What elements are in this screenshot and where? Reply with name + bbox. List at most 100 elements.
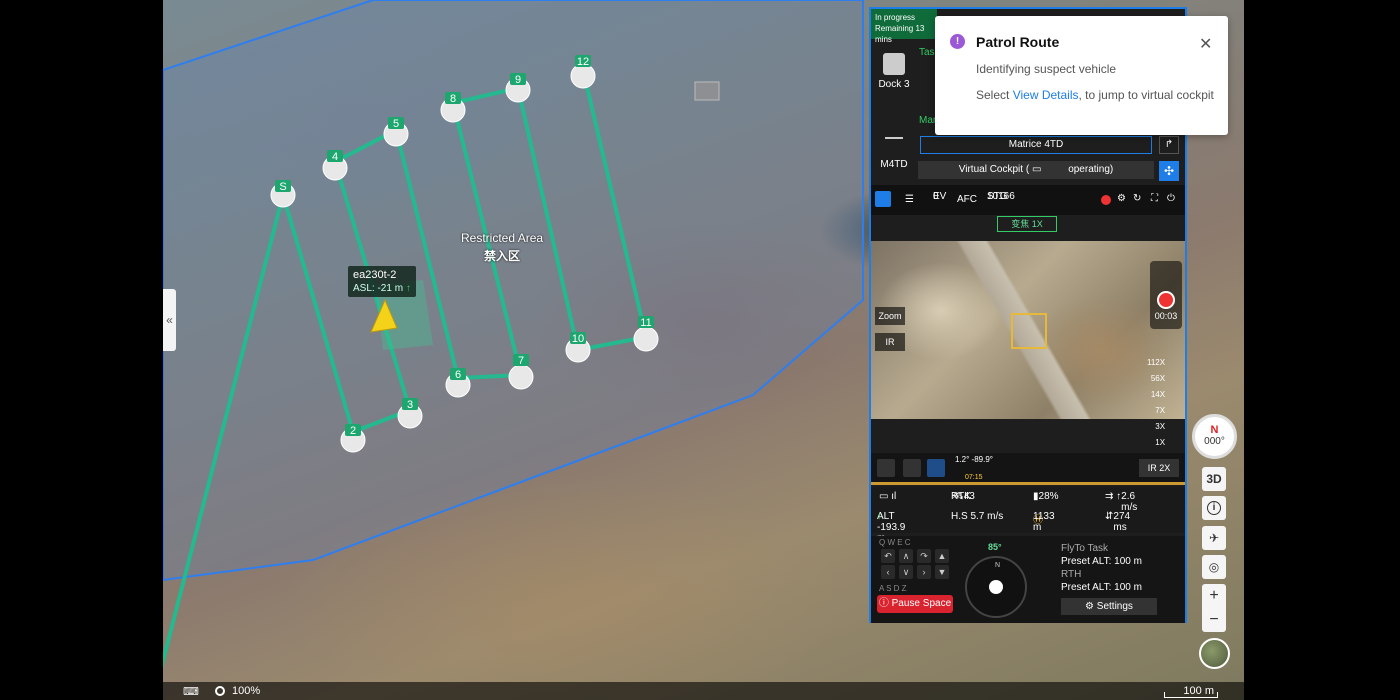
pause-button[interactable]: ⓘ Pause Space: [877, 595, 953, 613]
mission-timeline[interactable]: [871, 482, 1185, 485]
wp-label-2: 2: [350, 425, 356, 437]
zoom-mode-button[interactable]: Zoom: [875, 307, 905, 325]
key-w: ∧: [899, 549, 913, 563]
aircraft-item[interactable]: M4TD: [871, 127, 917, 187]
restricted-label-en: Restricted Area: [461, 231, 544, 245]
collapse-sidebar-button[interactable]: «: [163, 289, 176, 351]
latency-readout: ⇵ 274 ms: [1105, 511, 1131, 533]
compass-heading: 000°: [1204, 436, 1225, 447]
notice-icon: !: [950, 34, 965, 49]
zoom-level-14x: 14X: [1150, 390, 1166, 399]
notification-toast: ! Patrol Route ✕ Identifying suspect veh…: [935, 16, 1228, 135]
wp-label-12: 12: [577, 56, 589, 68]
flyto-alt: Preset ALT: 100 m: [1061, 556, 1142, 567]
wp-label-10: 10: [572, 333, 584, 345]
wp-label-4: 4: [332, 151, 338, 163]
pin-icon[interactable]: [927, 459, 945, 477]
dock-label: Dock 3: [878, 79, 910, 90]
snowflake-icon[interactable]: [877, 459, 895, 477]
info-button[interactable]: i: [1202, 496, 1226, 520]
building: [694, 81, 720, 101]
afc-label[interactable]: AFC: [957, 194, 977, 206]
fullscreen-icon[interactable]: ⛶: [1151, 193, 1158, 205]
key-d: ›: [917, 565, 931, 579]
zoom-indicator-icon: [215, 686, 225, 696]
camera-tools-row: 1.2° -89.9° IR 2X: [871, 453, 1185, 483]
drone-asl: ASL: -21 m ↑: [353, 283, 411, 294]
wp-label-6: 6: [455, 369, 461, 381]
compass-button[interactable]: N 000°: [1192, 414, 1237, 459]
dock-item[interactable]: Dock 3: [871, 39, 917, 119]
telemetry-panel: ▭ ıl RTK 🛰 43 ▮ 28% ⇉ ↑ 2.6 m/s ALT -193…: [871, 487, 1185, 544]
battery-readout: ▮ 28%: [1033, 491, 1059, 502]
aircraft-model-field[interactable]: Matrice 4TD: [920, 136, 1152, 154]
keyboard-icon[interactable]: ⌨: [183, 685, 199, 698]
map-layer-button[interactable]: [1199, 638, 1230, 669]
chevron-left-icon: «: [166, 313, 173, 327]
flyto-label: FlyTo Task: [1061, 543, 1109, 554]
key-grid[interactable]: ↶ ∧ ↷ ▲ ‹ ∨ › ▼: [879, 548, 951, 580]
virtual-cockpit-button[interactable]: Virtual Cockpit ( ▭ operating): [918, 161, 1154, 179]
rtk-readout: RTK 🛰 43: [951, 491, 975, 502]
key-e: ↷: [917, 549, 931, 563]
drone-name: ea230t-2: [353, 269, 397, 281]
zoom-tag[interactable]: 变焦 1X: [997, 216, 1057, 232]
dock-icon: [883, 53, 905, 75]
zoom-level-112x: 112X: [1147, 358, 1166, 367]
status-text: In progress: [875, 13, 916, 22]
heading-readout: 85°: [988, 542, 1002, 552]
3d-toggle-button[interactable]: 3D: [1202, 467, 1226, 491]
drone-tag[interactable]: ea230t-2 ASL: -21 m ↑: [348, 266, 416, 297]
power-icon[interactable]: ⏻: [1167, 193, 1175, 205]
up-arrow-icon: ↑: [405, 283, 411, 294]
share-icon: ↱: [1164, 139, 1174, 150]
key-s: ∨: [899, 565, 913, 579]
wp-label-8: 8: [450, 93, 456, 105]
map-status-bar: ⌨ 100% 100 m: [163, 682, 1244, 700]
key-q: ↶: [881, 549, 895, 563]
drone-icon: [885, 137, 903, 147]
record-button[interactable]: 00:03: [1150, 261, 1182, 329]
view-details-link[interactable]: View Details: [1013, 88, 1079, 102]
key-a: ‹: [881, 565, 895, 579]
camera-feed[interactable]: [871, 241, 1185, 419]
toast-action: Select View Details, to jump to virtual …: [976, 88, 1214, 102]
ir-mode-button[interactable]: IR: [875, 333, 905, 351]
image-icon[interactable]: [903, 459, 921, 477]
airplane-icon: ✈: [1208, 531, 1220, 545]
rth-alt: Preset ALT: 100 m: [1061, 582, 1142, 593]
drone-control-button[interactable]: ✣: [1159, 161, 1179, 181]
aircraft-label: M4TD: [880, 159, 908, 170]
key-z: ▼: [935, 565, 949, 579]
zoom-level-56x: 56X: [1150, 374, 1166, 383]
aircraft-locate-button[interactable]: ✈: [1202, 526, 1226, 550]
record-indicator-icon: [1101, 195, 1111, 205]
camera-icon[interactable]: [875, 191, 891, 207]
restricted-area-label: Restricted Area 禁入区: [461, 231, 543, 264]
close-icon[interactable]: ✕: [1199, 34, 1212, 54]
settings-button[interactable]: ⚙ Settings: [1061, 598, 1157, 615]
gimbal-angle: 1.2° -89.9°: [955, 455, 993, 464]
dial-north: N: [995, 562, 1001, 569]
flight-control-area: Q W E C ↶ ∧ ↷ ▲ ‹ ∨ › ▼ A S D Z ⓘ Pause Space …: [871, 536, 1185, 623]
key-c: ▲: [935, 549, 949, 563]
refresh-icon[interactable]: ↻: [1133, 193, 1141, 205]
wp-label-9: 9: [515, 74, 521, 86]
keys-top: Q W E C: [879, 538, 911, 547]
zoom-in-button[interactable]: +: [1202, 584, 1226, 608]
wp-label-7: 7: [518, 355, 524, 367]
tracking-target-box[interactable]: [1011, 313, 1047, 349]
zoom-ladder[interactable]: 112X 56X 14X 7X 3X 1X: [1147, 355, 1165, 451]
attitude-dial: 85° N: [965, 542, 1027, 618]
locate-button[interactable]: ◎: [1202, 555, 1226, 579]
gear-icon[interactable]: ⚙: [1117, 193, 1126, 205]
camera-toolbar: ☰ EV 0 AFC STG 10166 ⚙ ↻ ⛶ ⏻: [871, 185, 1185, 215]
monitor-icon: ▭: [1031, 164, 1042, 175]
scale-bar: [1164, 692, 1218, 698]
signal-icon: ▭ ıl: [879, 491, 897, 502]
ir-zoom-button[interactable]: IR 2X: [1139, 459, 1179, 477]
sliders-icon[interactable]: ☰: [905, 194, 914, 206]
share-button[interactable]: ↱: [1159, 136, 1179, 154]
zoom-out-button[interactable]: −: [1202, 608, 1226, 632]
zoom-level: 100%: [232, 685, 261, 697]
